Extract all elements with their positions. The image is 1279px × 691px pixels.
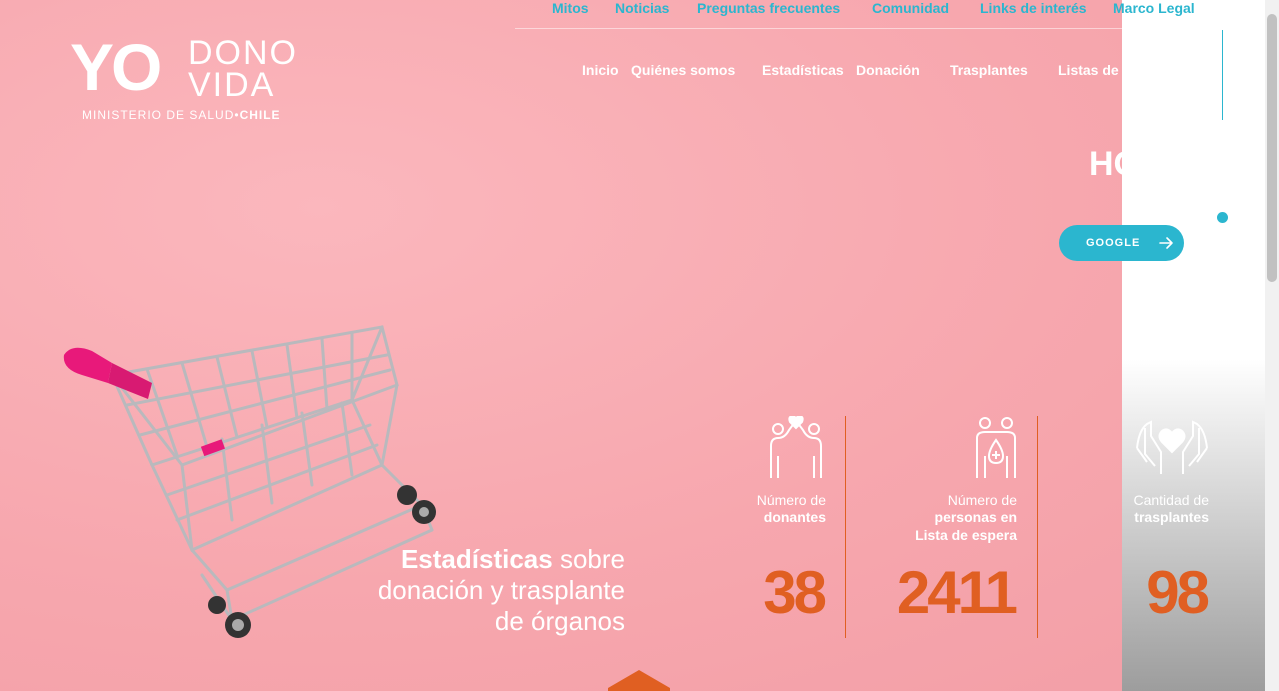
stat-donantes-label2: donantes	[763, 509, 826, 525]
stat-lista-label2: personas en	[934, 509, 1017, 525]
nav-link-marco-legal[interactable]: Marco Legal	[1113, 0, 1195, 16]
arrow-right-icon	[1159, 237, 1173, 249]
site-logo[interactable]: YO DONO VIDA MINISTERIO DE SALUD•CHILE	[70, 34, 310, 126]
logo-country: CHILE	[239, 108, 281, 122]
google-button[interactable]: GOOGLE	[1059, 225, 1184, 261]
nav-link-links[interactable]: Links de interés	[980, 0, 1087, 16]
side-panel-line	[1222, 30, 1223, 120]
nav-donacion[interactable]: Donación	[856, 62, 920, 78]
stats-heading-line2: donación y trasplante	[377, 575, 625, 605]
hero-title: HO	[1089, 145, 1122, 183]
scrollbar-thumb[interactable]	[1267, 14, 1277, 282]
stat-divider	[845, 416, 846, 638]
stats-heading-rest: sobre	[559, 544, 625, 574]
stat-lista-label1: Número de	[947, 492, 1017, 508]
nav-link-noticias[interactable]: Noticias	[615, 0, 669, 16]
nav-estadisticas[interactable]: Estadísticas	[762, 62, 844, 78]
top-navigation: Mitos Noticias Preguntas frecuentes Comu…	[515, 0, 1215, 29]
stats-heading-bold: Estadísticas	[400, 544, 553, 574]
hands-heart-icon	[1136, 420, 1208, 474]
nav-quienes-somos[interactable]: Quiénes somos	[631, 62, 735, 78]
nav-listas[interactable]: Listas de	[1058, 62, 1122, 78]
waiting-list-icon	[976, 417, 1016, 478]
logo-dono: DONO	[188, 34, 298, 72]
google-button-label: GOOGLE	[1086, 237, 1141, 249]
nav-link-mitos[interactable]: Mitos	[552, 0, 589, 16]
stat-trasplantes-label2: trasplantes	[1134, 509, 1209, 525]
logo-yo: YO	[70, 30, 162, 104]
stat-lista-label3: Lista de espera	[915, 527, 1017, 543]
stats-heading: Estadísticas sobre donación y trasplante…	[300, 544, 625, 637]
nav-link-comunidad[interactable]: Comunidad	[872, 0, 949, 16]
stat-donantes-value: 38	[763, 559, 827, 626]
chevron-up-icon[interactable]	[608, 670, 670, 688]
nav-inicio[interactable]: Inicio	[582, 62, 619, 78]
logo-vida: VIDA	[188, 66, 276, 104]
stat-trasplantes-value: 98	[1146, 559, 1210, 626]
logo-ministry: MINISTERIO DE SALUD•CHILE	[82, 108, 281, 122]
nav-link-preguntas[interactable]: Preguntas frecuentes	[697, 0, 840, 16]
stat-trasplantes-label1: Cantidad de	[1133, 492, 1209, 508]
slider-dot[interactable]	[1217, 212, 1228, 223]
donors-icon	[770, 416, 822, 478]
stat-divider	[1037, 416, 1038, 638]
nav-trasplantes[interactable]: Trasplantes	[950, 62, 1028, 78]
stat-donantes-label1: Número de	[756, 492, 826, 508]
stat-lista-value: 2411	[896, 559, 1018, 626]
logo-ministry-text: MINISTERIO DE SALUD	[82, 108, 235, 122]
stats-heading-line3: de órganos	[494, 606, 625, 636]
